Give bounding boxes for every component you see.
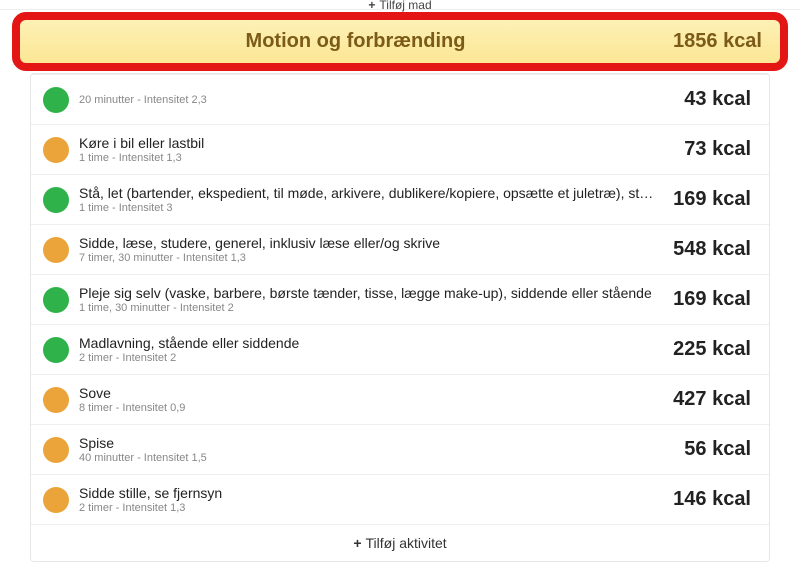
activity-info: Spise 40 minutter - Intensitet 1,5 [79, 435, 674, 464]
activity-sub: 40 minutter - Intensitet 1,5 [79, 452, 666, 464]
activity-sub: 20 minutter - Intensitet 2,3 [79, 94, 666, 106]
top-add-food-label: Tilføj mad [379, 0, 431, 12]
activity-info: Pleje sig selv (vaske, barbere, børste t… [79, 285, 663, 314]
section-header-wrap: Motion og forbrænding 1856 kcal [20, 18, 780, 65]
activity-label: Madlavning, stående eller siddende [79, 335, 655, 351]
intensity-dot-icon [43, 437, 69, 463]
activity-sub: 7 timer, 30 minutter - Intensitet 1,3 [79, 252, 655, 264]
activity-sub: 8 timer - Intensitet 0,9 [79, 402, 655, 414]
plus-icon: + [368, 0, 375, 12]
activity-label: Spise [79, 435, 666, 451]
intensity-dot-icon [43, 237, 69, 263]
activity-info: Stå, let (bartender, ekspedient, til mød… [79, 185, 663, 214]
activity-kcal: 146 kcal [673, 488, 751, 511]
activity-label: Sove [79, 385, 655, 401]
section-total-kcal: 1856 kcal [673, 30, 762, 53]
activity-row[interactable]: Pleje sig selv (vaske, barbere, børste t… [31, 274, 769, 324]
activity-kcal: 73 kcal [684, 138, 751, 161]
activity-label: Køre i bil eller lastbil [79, 135, 666, 151]
intensity-dot-icon [43, 137, 69, 163]
activity-row[interactable]: Sidde stille, se fjernsyn 2 timer - Inte… [31, 474, 769, 524]
intensity-dot-icon [43, 287, 69, 313]
activity-info: Sove 8 timer - Intensitet 0,9 [79, 385, 663, 414]
activity-sub: 2 timer - Intensitet 2 [79, 352, 655, 364]
activity-label: Sidde stille, se fjernsyn [79, 485, 655, 501]
activity-info: Sidde stille, se fjernsyn 2 timer - Inte… [79, 485, 663, 514]
activity-label: Stå, let (bartender, ekspedient, til mød… [79, 185, 655, 201]
app-frame: + Tilføj mad Motion og forbrænding 1856 … [0, 0, 800, 584]
activity-sub: 1 time - Intensitet 1,3 [79, 152, 666, 164]
activity-info: Madlavning, stående eller siddende 2 tim… [79, 335, 663, 364]
activity-row[interactable]: Spise 40 minutter - Intensitet 1,5 56 kc… [31, 424, 769, 474]
activity-row[interactable]: Sidde, læse, studere, generel, inklusiv … [31, 224, 769, 274]
activity-kcal: 169 kcal [673, 288, 751, 311]
activity-card: 20 minutter - Intensitet 2,3 43 kcal Kør… [30, 73, 770, 562]
activity-kcal: 56 kcal [684, 438, 751, 461]
intensity-dot-icon [43, 387, 69, 413]
add-activity-label: Tilføj aktivitet [366, 535, 447, 551]
activity-sub: 2 timer - Intensitet 1,3 [79, 502, 655, 514]
activity-label: Pleje sig selv (vaske, barbere, børste t… [79, 285, 655, 301]
activity-row[interactable]: Sove 8 timer - Intensitet 0,9 427 kcal [31, 374, 769, 424]
activity-info: Sidde, læse, studere, generel, inklusiv … [79, 235, 663, 264]
intensity-dot-icon [43, 187, 69, 213]
intensity-dot-icon [43, 87, 69, 113]
activity-row[interactable]: Madlavning, stående eller siddende 2 tim… [31, 324, 769, 374]
activity-list: 20 minutter - Intensitet 2,3 43 kcal Kør… [31, 74, 769, 524]
activity-label: Sidde, læse, studere, generel, inklusiv … [79, 235, 655, 251]
activity-sub: 1 time - Intensitet 3 [79, 202, 655, 214]
activity-kcal: 43 kcal [684, 88, 751, 111]
intensity-dot-icon [43, 337, 69, 363]
activity-info: 20 minutter - Intensitet 2,3 [79, 93, 674, 106]
activity-row[interactable]: Køre i bil eller lastbil 1 time - Intens… [31, 124, 769, 174]
section-header[interactable]: Motion og forbrænding 1856 kcal [20, 18, 780, 65]
activity-kcal: 169 kcal [673, 188, 751, 211]
activity-kcal: 548 kcal [673, 238, 751, 261]
plus-icon: + [353, 535, 361, 551]
section-title: Motion og forbrænding [38, 30, 673, 53]
top-add-food-bar[interactable]: + Tilføj mad [0, 0, 800, 10]
intensity-dot-icon [43, 487, 69, 513]
add-activity-button[interactable]: + Tilføj aktivitet [31, 524, 769, 561]
activity-row[interactable]: Stå, let (bartender, ekspedient, til mød… [31, 174, 769, 224]
activity-sub: 1 time, 30 minutter - Intensitet 2 [79, 302, 655, 314]
activity-kcal: 225 kcal [673, 338, 751, 361]
activity-info: Køre i bil eller lastbil 1 time - Intens… [79, 135, 674, 164]
activity-row[interactable]: 20 minutter - Intensitet 2,3 43 kcal [31, 74, 769, 124]
activity-kcal: 427 kcal [673, 388, 751, 411]
